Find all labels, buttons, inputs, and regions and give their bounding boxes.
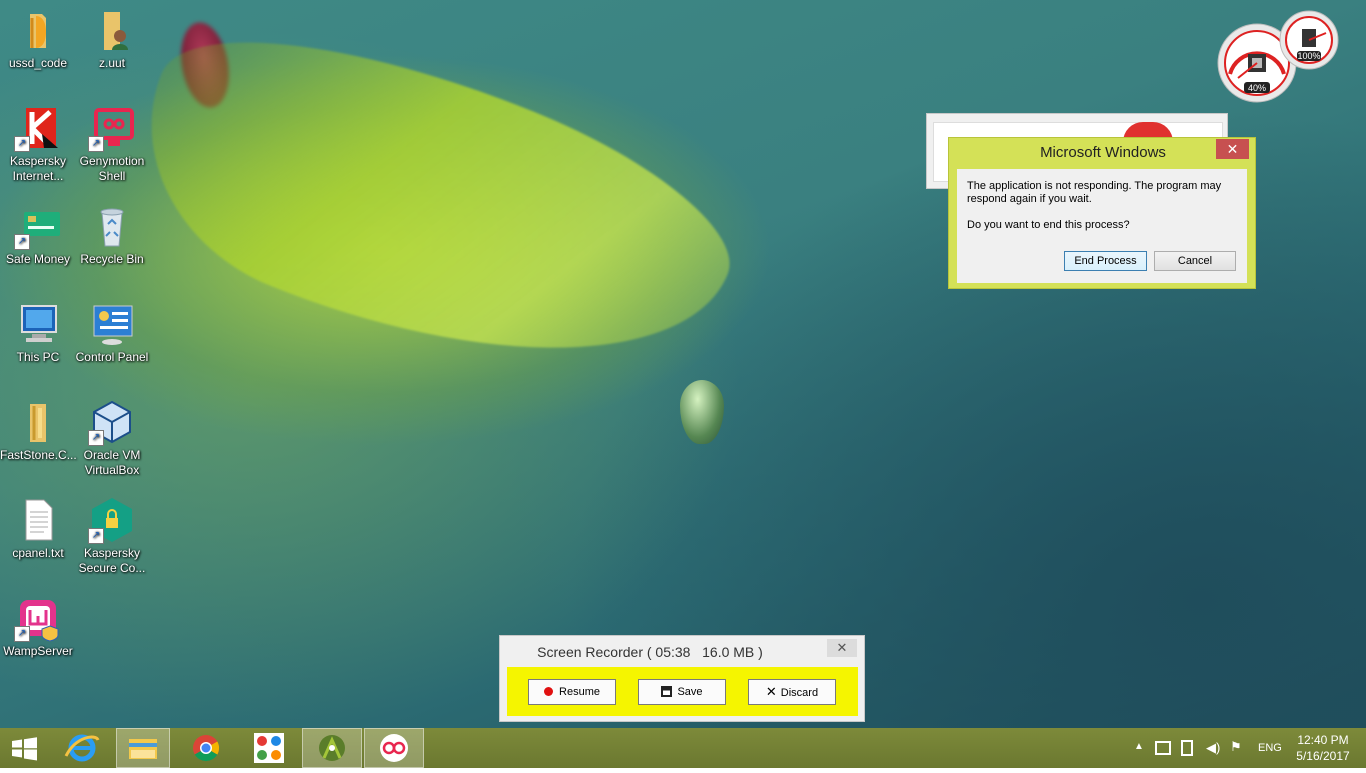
chrome-icon <box>193 735 220 762</box>
kaspersky-icon: ↗ <box>14 104 62 152</box>
shortcut-arrow-icon: ↗ <box>88 136 104 152</box>
save-button[interactable]: Save <box>638 679 726 705</box>
desktop-icon-genymotion-shell[interactable]: ↗ Genymotion Shell <box>74 104 150 184</box>
desktop-icon-label: z.uut <box>98 56 125 70</box>
folder-icon <box>14 398 62 446</box>
desktop-icon-label: Kaspersky Internet... <box>9 154 67 183</box>
text-file-icon <box>14 496 62 544</box>
shortcut-arrow-icon: ↗ <box>88 528 104 544</box>
dialog-message: The application is not responding. The p… <box>967 180 1222 205</box>
floppy-disk-icon <box>661 686 673 697</box>
resume-button[interactable]: Resume <box>528 679 616 705</box>
computer-icon <box>14 300 62 348</box>
safe-money-icon: ↗ <box>14 202 62 250</box>
clock[interactable]: 12:40 PM 5/16/2017 <box>1290 733 1356 763</box>
save-label: Save <box>677 686 703 698</box>
kaspersky-secure-connection-icon: ↗ <box>88 496 136 544</box>
desktop-icon-ussd-code[interactable]: ussd_code <box>0 6 76 71</box>
resume-label: Resume <box>559 686 600 698</box>
taskbar-android-studio[interactable] <box>302 728 362 768</box>
taskbar-control-panel-app[interactable] <box>240 728 300 768</box>
android-studio-icon <box>319 735 345 761</box>
dialog-body: The application is not responding. The p… <box>957 169 1247 283</box>
wampserver-icon: ↗ <box>14 594 62 642</box>
desktop-icon-cpanel-txt[interactable]: cpanel.txt <box>0 496 76 561</box>
desktop-icon-label: WampServer <box>3 644 73 658</box>
wallpaper-water-drop <box>680 380 724 444</box>
close-icon: ✕ <box>836 640 848 655</box>
shortcut-arrow-icon: ↗ <box>14 626 30 642</box>
desktop-icon-label: Safe Money <box>5 252 71 266</box>
desktop: ussd_code z.uut ↗ Kaspersky Internet... … <box>0 0 1366 728</box>
genymotion-shell-icon: ↗ <box>88 104 136 152</box>
control-panel-icon <box>88 300 136 348</box>
language-indicator[interactable]: ENG <box>1258 742 1282 754</box>
desktop-icon-label: cpanel.txt <box>12 546 64 560</box>
show-hidden-icons-chevron-up-icon[interactable]: ▲ <box>1134 741 1144 752</box>
desktop-icon-label: This PC <box>16 350 60 364</box>
folder-icon <box>14 6 62 54</box>
screen-recorder-window[interactable]: Screen Recorder ( 05:38 16.0 MB ) ✕ Resu… <box>499 635 865 722</box>
desktop-icon-control-panel[interactable]: Control Panel <box>74 300 150 365</box>
internet-explorer-icon <box>64 734 100 762</box>
record-dot-icon <box>544 687 554 696</box>
desktop-icon-label: Oracle VM VirtualBox <box>83 448 141 477</box>
flag-icon[interactable]: ⚑ <box>1230 739 1242 755</box>
virtualbox-icon: ↗ <box>88 398 136 446</box>
desktop-icon-faststone[interactable]: FastStone.C... <box>0 398 77 463</box>
shortcut-arrow-icon: ↗ <box>88 430 104 446</box>
volume-icon[interactable]: ◀) <box>1206 740 1220 756</box>
desktop-icon-kaspersky-internet[interactable]: ↗ Kaspersky Internet... <box>0 104 76 184</box>
desktop-icon-label: FastStone.C... <box>0 448 77 462</box>
genymotion-icon <box>380 734 408 762</box>
memory-percent-text: 100% <box>1297 51 1320 61</box>
desktop-icon-label: Kaspersky Secure Co... <box>78 546 146 575</box>
discard-label: Discard <box>780 687 819 699</box>
discard-button[interactable]: ✕ Discard <box>748 679 836 705</box>
memory-gauge-icon: 100% <box>1279 10 1339 70</box>
shortcut-arrow-icon: ↗ <box>14 136 30 152</box>
dialog-title: Microsoft Windows <box>1040 144 1166 161</box>
recycle-bin-icon <box>88 202 136 250</box>
clock-date: 5/16/2017 <box>1296 749 1350 763</box>
recorder-title: Screen Recorder ( 05:38 16.0 MB ) <box>537 644 763 660</box>
desktop-icon-label: Recycle Bin <box>80 252 144 266</box>
desktop-icon-virtualbox[interactable]: ↗ Oracle VM VirtualBox <box>74 398 150 478</box>
windows-logo-icon <box>12 737 37 761</box>
cpu-percent-text: 40% <box>1248 83 1266 93</box>
taskbar-file-explorer[interactable] <box>116 728 170 768</box>
taskbar: ▲ ◀) ⚑ ENG 12:40 PM 5/16/2017 <box>0 728 1366 768</box>
desktop-icon-label: ussd_code <box>8 56 68 70</box>
desktop-icon-recycle-bin[interactable]: Recycle Bin <box>74 202 150 267</box>
start-button[interactable] <box>0 728 48 768</box>
recorder-close-button[interactable]: ✕ <box>827 639 857 657</box>
user-folder-icon <box>88 6 136 54</box>
clock-time: 12:40 PM <box>1297 733 1349 747</box>
desktop-icon-safe-money[interactable]: ↗ Safe Money <box>0 202 76 267</box>
desktop-icon-label: Genymotion Shell <box>79 154 145 183</box>
end-process-button[interactable]: End Process <box>1064 251 1147 271</box>
x-mark-icon: ✕ <box>765 684 777 699</box>
memory-meter-gadget[interactable]: 100% <box>1278 9 1340 71</box>
desktop-icon-this-pc[interactable]: This PC <box>0 300 76 365</box>
desktop-icon-label: Control Panel <box>75 350 149 364</box>
file-explorer-icon <box>129 739 157 759</box>
shortcut-arrow-icon: ↗ <box>14 234 30 250</box>
battery-icon[interactable] <box>1181 740 1193 756</box>
taskbar-genymotion[interactable] <box>364 728 424 768</box>
close-icon: ✕ <box>1226 141 1239 157</box>
desktop-icon-kaspersky-secure[interactable]: ↗ Kaspersky Secure Co... <box>74 496 150 576</box>
desktop-icon-z-uut[interactable]: z.uut <box>74 6 150 71</box>
recorder-button-bar: Resume Save ✕ Discard <box>507 667 858 716</box>
colorful-grid-app-icon <box>254 733 284 763</box>
network-icon[interactable] <box>1155 741 1171 755</box>
dialog-question: Do you want to end this process? <box>967 219 1130 231</box>
taskbar-internet-explorer[interactable] <box>52 728 112 768</box>
desktop-icon-wampserver[interactable]: ↗ WampServer <box>0 594 76 659</box>
dialog-close-button[interactable]: ✕ <box>1216 139 1249 159</box>
taskbar-chrome[interactable] <box>176 728 236 768</box>
not-responding-dialog[interactable]: Microsoft Windows ✕ The application is n… <box>948 137 1256 289</box>
cancel-button[interactable]: Cancel <box>1154 251 1236 271</box>
wallpaper-leaf <box>103 0 757 443</box>
